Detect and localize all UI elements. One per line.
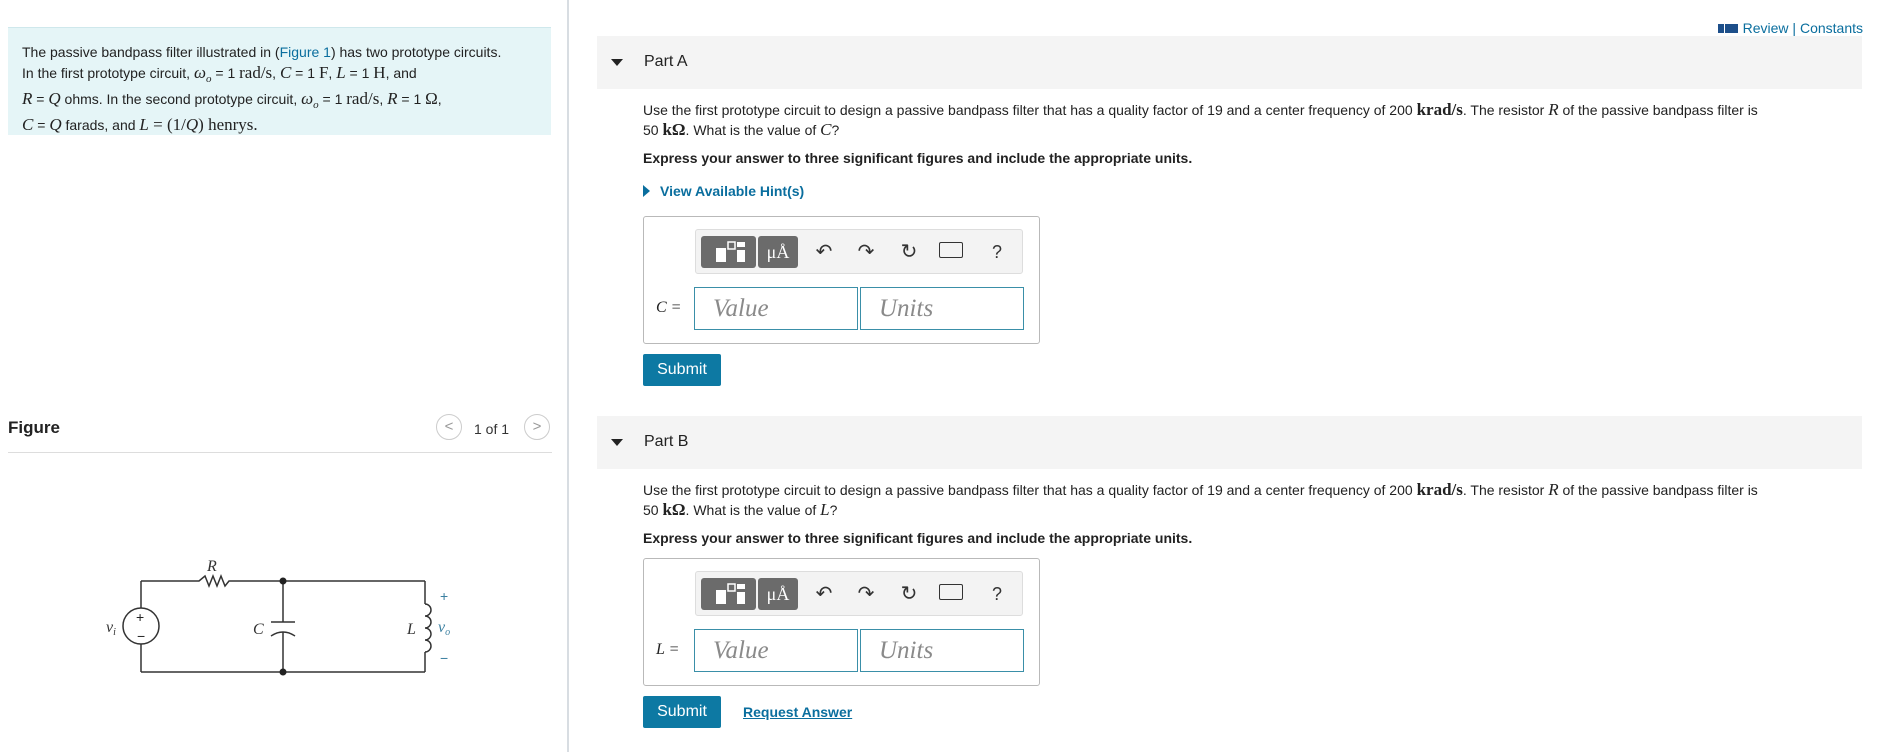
view-hints-link[interactable]: View Available Hint(s) (643, 183, 804, 199)
redo-icon[interactable]: ↷ (853, 236, 879, 268)
part-a-answer-box: μÅ ↶ ↷ ↻ ? C = (643, 216, 1040, 344)
keyboard-icon[interactable] (939, 584, 963, 600)
units-button[interactable]: μÅ (758, 578, 798, 610)
units-button[interactable]: μÅ (758, 236, 798, 268)
part-b-instruction: Express your answer to three significant… (643, 530, 1193, 546)
reset-icon[interactable]: ↻ (896, 578, 922, 610)
inductor-label: L (406, 621, 416, 638)
resistor-label: R (206, 558, 217, 575)
part-b-title: Part B (644, 433, 689, 450)
node-dot (279, 668, 287, 676)
reset-icon[interactable]: ↻ (896, 236, 922, 268)
capacitor-label: C (253, 621, 264, 638)
next-figure-button[interactable]: > (524, 414, 550, 440)
review-constants-link[interactable]: Review | Constants (1717, 20, 1863, 36)
figure-pager: 1 of 1 (474, 421, 510, 437)
output-plus: + (440, 588, 448, 604)
templates-icon (716, 583, 745, 604)
figure-title: Figure (8, 418, 60, 437)
intro-text: ) has two prototype circuits. (330, 44, 502, 60)
variable-label: C = (656, 299, 682, 316)
part-b-question: Use the first prototype circuit to desig… (643, 480, 1758, 519)
math-toolbar: μÅ ↶ ↷ ↻ ? (695, 571, 1023, 616)
output-voltage-label: vo (438, 619, 450, 638)
book-icon (1717, 24, 1738, 33)
part-a-header[interactable]: Part A (597, 36, 1862, 89)
source-minus: − (137, 628, 145, 644)
intro-line-2: In the first prototype circuit, ωo = 1 r… (22, 62, 417, 85)
undo-icon[interactable]: ↶ (811, 578, 837, 610)
collapse-caret-icon[interactable] (611, 59, 623, 66)
request-answer-link[interactable]: Request Answer (743, 704, 852, 720)
figure-link[interactable]: Figure 1 (280, 44, 331, 60)
intro-text: The passive bandpass filter illustrated … (22, 44, 280, 60)
expand-triangle-icon (643, 185, 650, 197)
part-a-title: Part A (644, 53, 688, 70)
keyboard-icon[interactable] (939, 242, 963, 258)
units-input[interactable] (860, 287, 1024, 330)
part-b-submit-button[interactable]: Submit (643, 696, 721, 728)
intro-line-3: R = Q ohms. In the second prototype circ… (22, 88, 442, 111)
variable-label: L = (656, 641, 680, 658)
part-a-submit-button[interactable]: Submit (643, 354, 721, 386)
figure-header: Figure < 1 of 1 > (8, 414, 552, 453)
part-a-question: Use the first prototype circuit to desig… (643, 100, 1758, 139)
panel-divider (567, 0, 569, 752)
node-dot (279, 577, 287, 585)
source-voltage-label: vi (106, 619, 116, 638)
part-b-answer-box: μÅ ↶ ↷ ↻ ? L = (643, 558, 1040, 686)
problem-statement: The passive bandpass filter illustrated … (8, 27, 551, 135)
help-icon[interactable]: ? (984, 236, 1010, 268)
templates-button[interactable] (701, 578, 756, 610)
output-minus: − (440, 650, 448, 666)
part-a-instruction: Express your answer to three significant… (643, 150, 1193, 166)
circuit-diagram: R C L vi vo + − + − (106, 558, 450, 676)
templates-button[interactable] (701, 236, 756, 268)
prev-figure-button[interactable]: < (436, 414, 462, 440)
units-input[interactable] (860, 629, 1024, 672)
math-toolbar: μÅ ↶ ↷ ↻ ? (695, 229, 1023, 274)
value-input[interactable] (694, 629, 858, 672)
source-plus: + (136, 609, 144, 625)
templates-icon (716, 241, 745, 262)
redo-icon[interactable]: ↷ (853, 578, 879, 610)
help-icon[interactable]: ? (984, 578, 1010, 610)
part-b-header[interactable]: Part B (597, 416, 1862, 469)
undo-icon[interactable]: ↶ (811, 236, 837, 268)
intro-line-4: C = Q farads, and L = (1/Q) henrys. (22, 115, 258, 135)
collapse-caret-icon[interactable] (611, 439, 623, 446)
value-input[interactable] (694, 287, 858, 330)
